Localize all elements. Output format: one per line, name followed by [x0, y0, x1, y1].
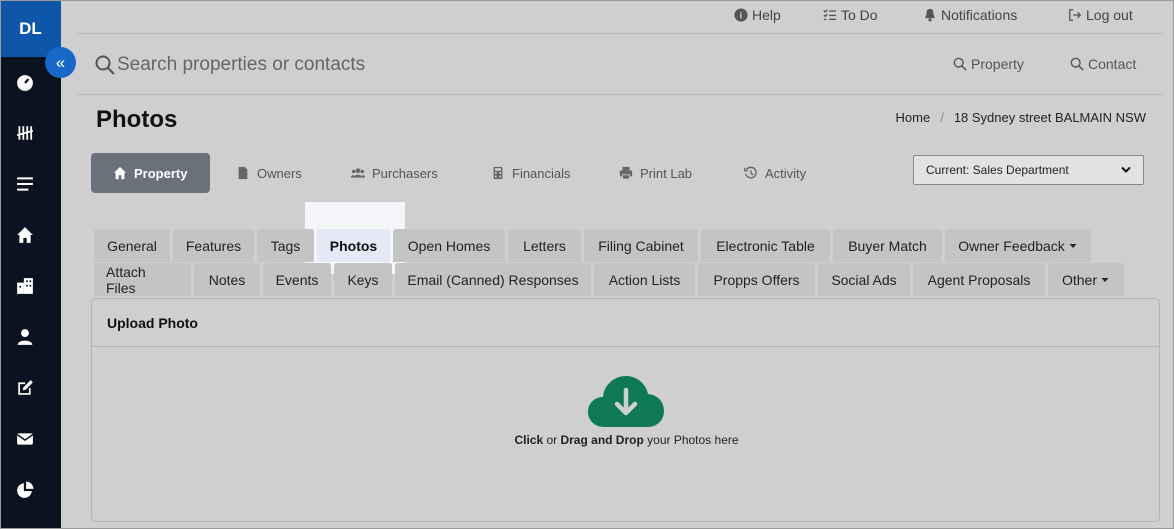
breadcrumb: Home / 18 Sydney street BALMAIN NSW [896, 110, 1147, 125]
notifications-link[interactable]: Notifications [923, 7, 1017, 23]
edit-icon[interactable] [0, 376, 50, 400]
upload-photo-heading: Upload Photo [92, 299, 1159, 347]
tally-icon[interactable] [0, 121, 50, 145]
calculator-icon [493, 166, 503, 180]
subtab-attach-files[interactable]: Attach Files [94, 263, 191, 296]
subtab-agent-proposals[interactable]: Agent Proposals [913, 263, 1045, 296]
subtab-open-homes[interactable]: Open Homes [393, 229, 505, 262]
subtab-action-lists[interactable]: Action Lists [594, 263, 695, 296]
building-icon[interactable] [0, 274, 50, 298]
drop-zone-text[interactable]: Click or Drag and Drop your Photos here [92, 433, 1161, 447]
logout-link[interactable]: Log out [1068, 7, 1133, 23]
tab-print-lab[interactable]: Print Lab [619, 153, 692, 193]
cloud-download-icon[interactable] [587, 373, 665, 429]
subtab-general[interactable]: General [94, 229, 170, 262]
double-chevron-left-icon: « [55, 52, 66, 72]
tab-owners[interactable]: Owners [236, 153, 302, 193]
user-icon[interactable] [0, 325, 50, 349]
help-link[interactable]: i Help [734, 7, 781, 23]
home-icon[interactable] [0, 223, 50, 247]
tab-activity[interactable]: Activity [744, 153, 806, 193]
help-icon: i [734, 8, 748, 22]
subtab-tags[interactable]: Tags [257, 229, 314, 262]
subtab-features[interactable]: Features [173, 229, 254, 262]
caret-down-icon [1069, 243, 1077, 248]
breadcrumb-home[interactable]: Home [896, 110, 931, 125]
bell-icon [925, 8, 935, 22]
subtab-keys[interactable]: Keys [334, 263, 392, 296]
subtab-filing-cabinet[interactable]: Filing Cabinet [584, 229, 698, 262]
upload-photo-panel: Upload Photo Click or Drag and Drop your… [91, 298, 1160, 522]
dashboard-icon[interactable] [0, 71, 50, 95]
pie-chart-icon[interactable] [0, 478, 50, 502]
search-bar: Property Contact [77, 35, 1163, 95]
logout-icon [1069, 9, 1082, 21]
subtab-electronic-table[interactable]: Electronic Table [701, 229, 830, 262]
search-input[interactable] [117, 49, 717, 81]
subtab-buyer-match[interactable]: Buyer Match [833, 229, 942, 262]
home-icon [113, 166, 127, 180]
chevron-down-icon [1121, 166, 1131, 173]
file-icon [238, 166, 248, 180]
breadcrumb-separator: / [940, 110, 944, 125]
search-icon [95, 55, 115, 75]
breadcrumb-current: 18 Sydney street BALMAIN NSW [953, 110, 1146, 125]
svg-text:i: i [740, 11, 743, 22]
department-select[interactable]: Current: Sales Department [913, 155, 1144, 185]
tab-property[interactable]: Property [91, 153, 210, 193]
search-property-button[interactable]: Property [953, 56, 1024, 72]
subtab-social-ads[interactable]: Social Ads [818, 263, 910, 296]
search-contact-button[interactable]: Contact [1070, 56, 1136, 72]
caret-down-icon [1101, 277, 1109, 282]
page-title: Photos [96, 106, 178, 133]
history-icon [744, 166, 757, 179]
subtab-other[interactable]: Other [1048, 263, 1124, 296]
top-bar: i Help To Do Notifications Log out [77, 0, 1163, 34]
subtab-email-canned-responses[interactable]: Email (Canned) Responses [395, 263, 591, 296]
tab-purchasers[interactable]: Purchasers [351, 153, 438, 193]
subtab-owner-feedback[interactable]: Owner Feedback [945, 229, 1091, 262]
subtab-notes[interactable]: Notes [194, 263, 260, 296]
subtab-events[interactable]: Events [263, 263, 331, 296]
checklist-icon [823, 9, 837, 21]
users-icon [351, 168, 365, 178]
mail-icon[interactable] [0, 427, 50, 451]
subtab-photos[interactable]: Photos [317, 229, 390, 262]
todo-link[interactable]: To Do [823, 7, 878, 23]
search-icon [953, 57, 967, 71]
list-icon[interactable] [0, 172, 50, 196]
search-icon [1070, 57, 1084, 71]
collapse-sidebar-button[interactable]: « [45, 47, 76, 78]
printer-icon [619, 166, 633, 180]
tab-financials[interactable]: Financials [491, 153, 571, 193]
subtab-letters[interactable]: Letters [508, 229, 581, 262]
subtab-propps-offers[interactable]: Propps Offers [698, 263, 815, 296]
sidebar: DL [0, 0, 61, 529]
